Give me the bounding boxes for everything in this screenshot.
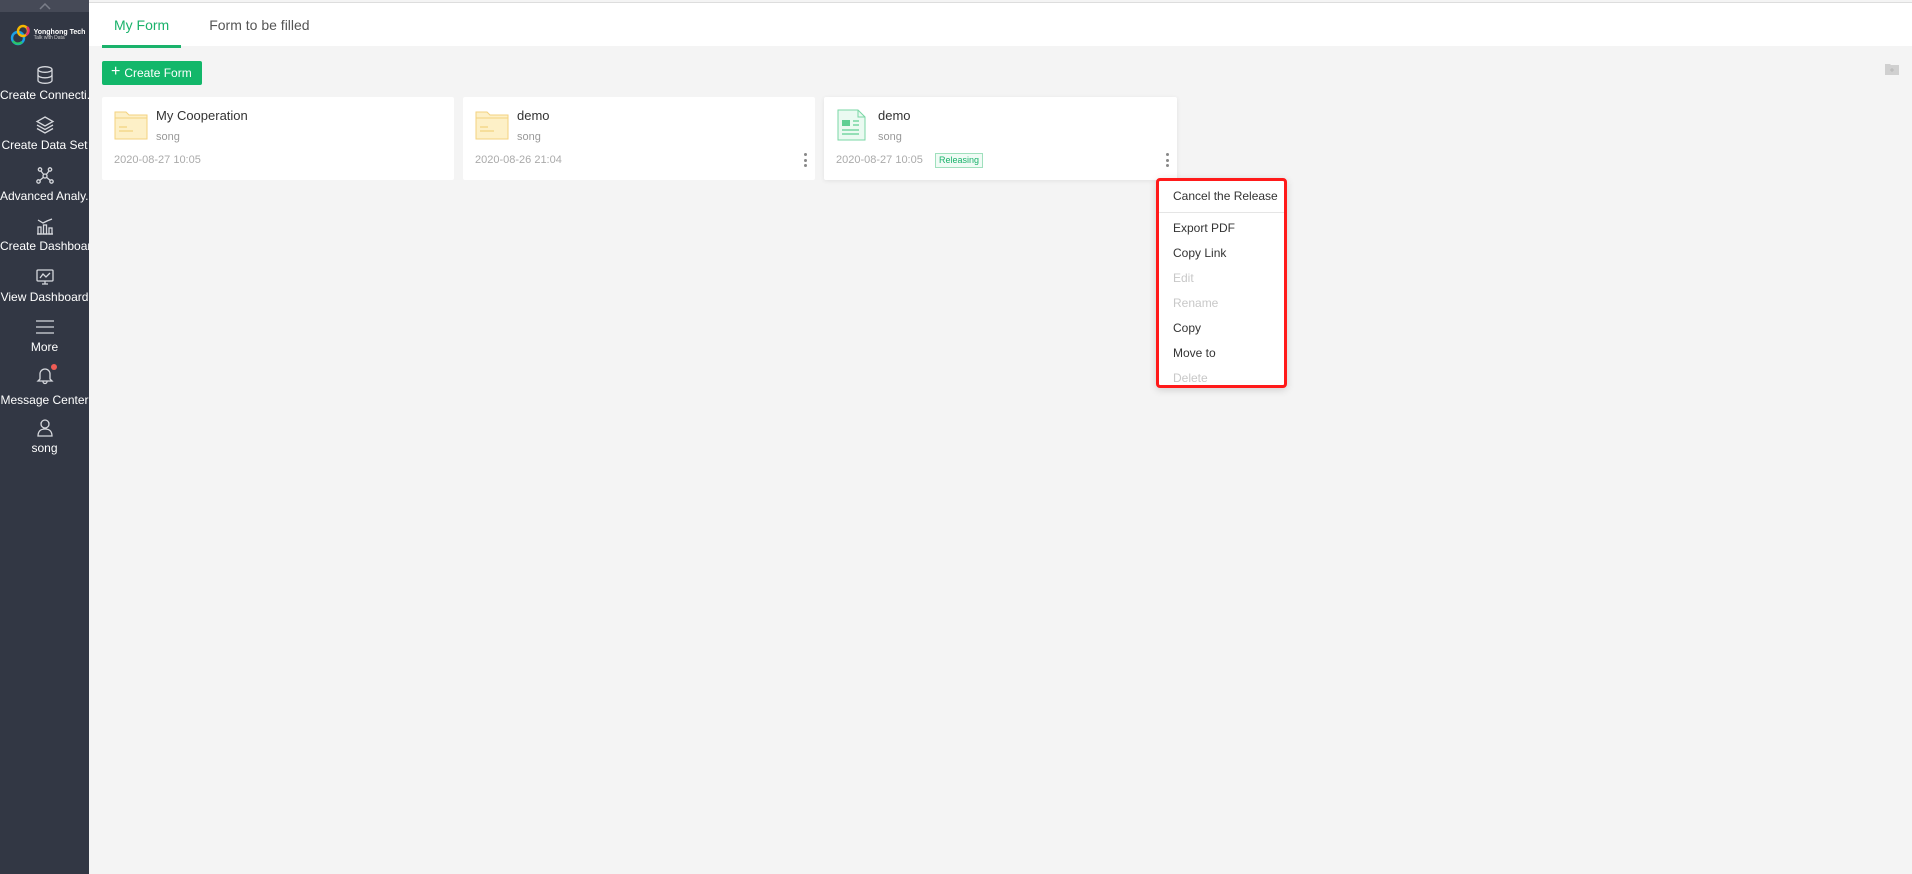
- sidebar-item-create-connection[interactable]: Create Connecti...: [0, 58, 89, 109]
- header: My Form Form to be filled: [89, 2, 1912, 48]
- tab-form-to-be-filled[interactable]: Form to be filled: [197, 3, 321, 47]
- menu-divider: [1159, 212, 1284, 213]
- folder-icon: [475, 111, 509, 140]
- sidebar-item-label: song: [31, 441, 58, 456]
- more-options-button[interactable]: [803, 153, 807, 167]
- sidebar-item-label: Advanced Analy...: [0, 188, 89, 203]
- chevron-up-icon: [38, 2, 51, 10]
- folder-card[interactable]: My Cooperation song 2020-08-27 10:05: [102, 97, 454, 180]
- sidebar-item-advanced-analysis[interactable]: Advanced Analy...: [0, 159, 89, 210]
- card-title: My Cooperation: [156, 108, 248, 123]
- collapse-up-button[interactable]: [0, 0, 89, 12]
- chart-bars-icon: [36, 218, 53, 235]
- sidebar-item-label: More: [30, 340, 59, 355]
- tab-my-form[interactable]: My Form: [102, 3, 182, 48]
- card-owner: song: [156, 131, 180, 143]
- logo[interactable]: Yonghong Tech Talk with Data: [0, 12, 89, 58]
- network-icon: [35, 166, 54, 184]
- card-title: demo: [878, 108, 911, 123]
- logo-tagline: Talk with Data: [33, 35, 65, 41]
- create-form-button[interactable]: + Create Form: [102, 61, 202, 85]
- sidebar-item-label: Create Data Set: [1, 138, 88, 153]
- user-icon: [36, 419, 53, 437]
- menu-item-rename: Rename: [1173, 296, 1219, 310]
- folder-icon: [114, 111, 148, 140]
- menu-icon: [35, 320, 54, 334]
- logo-rings-icon: [10, 24, 30, 46]
- context-menu: Cancel the Release Export PDF Copy Link …: [1156, 178, 1287, 388]
- card-date: 2020-08-27 10:05: [114, 154, 201, 166]
- card-date: 2020-08-27 10:05: [836, 154, 923, 166]
- menu-item-edit: Edit: [1173, 271, 1194, 285]
- database-icon: [36, 65, 53, 84]
- menu-item-cancel-release[interactable]: Cancel the Release: [1159, 184, 1284, 209]
- card-title: demo: [517, 108, 550, 123]
- plus-icon: +: [111, 63, 121, 80]
- tab-bar: My Form Form to be filled: [89, 3, 1912, 48]
- sidebar-item-more[interactable]: More: [0, 311, 89, 362]
- sidebar-item-create-dashboard[interactable]: Create Dashboard: [0, 210, 89, 261]
- sidebar: Yonghong Tech Talk with Data Create Conn…: [0, 0, 89, 874]
- more-options-button[interactable]: [1165, 153, 1169, 167]
- menu-item-copy-link[interactable]: Copy Link: [1159, 241, 1284, 266]
- card-date: 2020-08-26 21:04: [475, 154, 562, 166]
- sidebar-item-label: Create Connecti...: [0, 87, 89, 102]
- monitor-chart-icon: [35, 269, 54, 285]
- sidebar-item-create-data-set[interactable]: Create Data Set: [0, 109, 89, 160]
- form-card[interactable]: demo song 2020-08-27 10:05 Releasing: [824, 97, 1177, 180]
- folder-card[interactable]: demo song 2020-08-26 21:04: [463, 97, 815, 180]
- menu-item-copy[interactable]: Copy: [1159, 316, 1284, 341]
- new-folder-icon[interactable]: [1885, 63, 1899, 75]
- menu-item-delete: Delete: [1173, 371, 1208, 385]
- notification-dot: [50, 364, 57, 371]
- status-badge: Releasing: [935, 153, 984, 168]
- menu-item-move-to[interactable]: Move to: [1159, 341, 1284, 366]
- sidebar-item-view-dashboard[interactable]: View Dashboard: [0, 260, 89, 311]
- sidebar-item-message-center[interactable]: Message Center: [0, 361, 89, 412]
- form-document-icon: [837, 109, 866, 141]
- sidebar-item-user[interactable]: song: [0, 412, 89, 463]
- sidebar-item-label: Message Center: [0, 393, 89, 408]
- menu-item-export-pdf[interactable]: Export PDF: [1159, 216, 1284, 241]
- card-owner: song: [517, 131, 541, 143]
- sidebar-item-label: Create Dashboard: [0, 239, 89, 254]
- bell-wrapper: [35, 364, 57, 390]
- layers-icon: [35, 116, 54, 134]
- card-owner: song: [878, 131, 902, 143]
- sidebar-item-label: View Dashboard: [0, 289, 89, 304]
- create-form-label: Create Form: [124, 66, 192, 80]
